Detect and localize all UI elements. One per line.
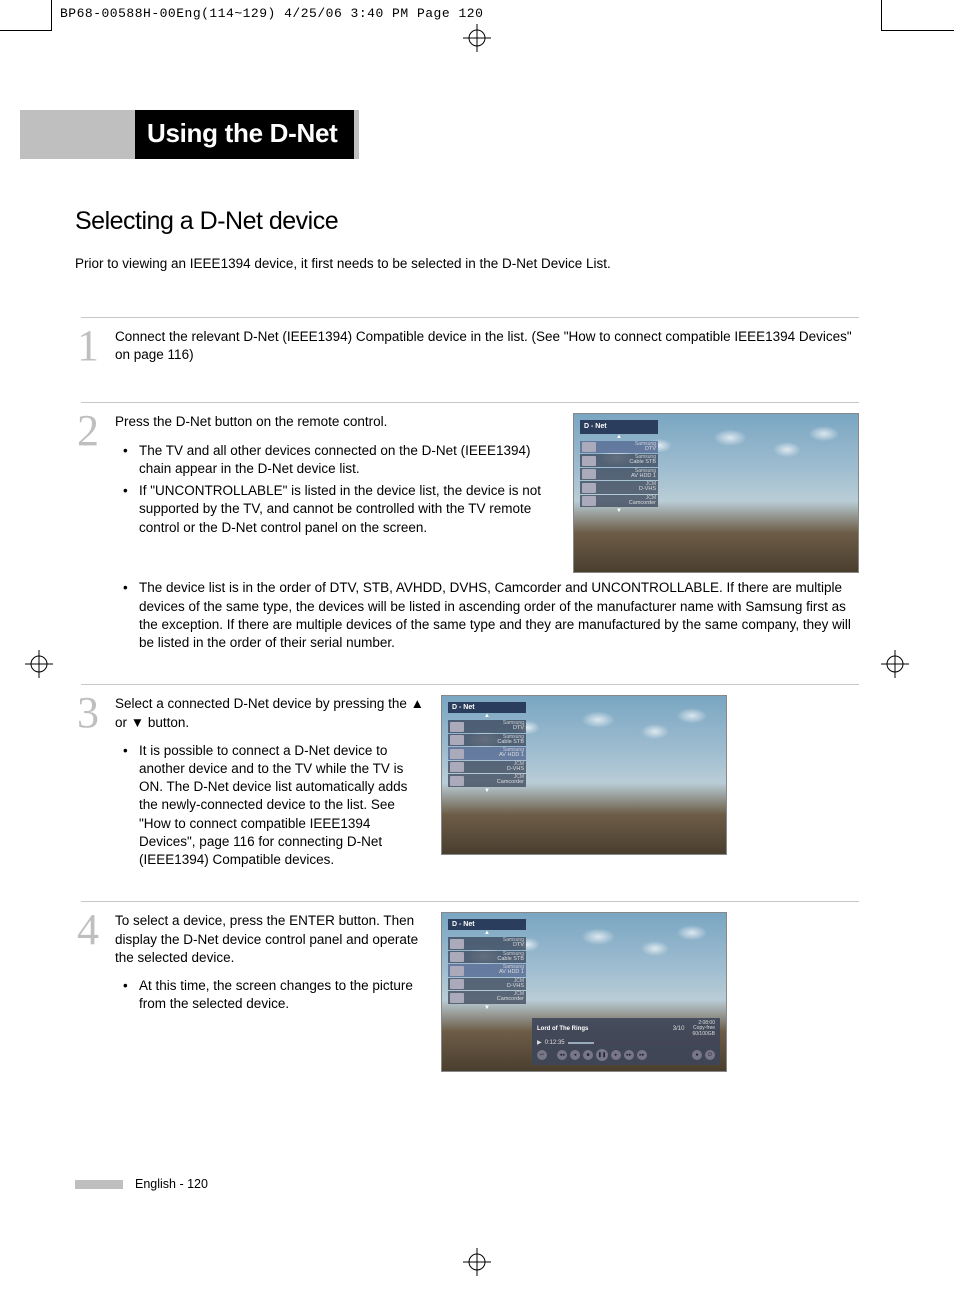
down-arrow-icon: ▼ — [448, 1005, 526, 1011]
dnet-item: SamsungAV HDD 1 — [580, 468, 658, 481]
registration-mark-icon — [463, 24, 491, 52]
step-1: 1 Connect the relevant D-Net (IEEE1394) … — [81, 317, 859, 374]
dnet-header: D - Net — [580, 420, 658, 433]
dnet-item: SamsungDTV — [448, 937, 526, 950]
registration-mark-icon — [881, 650, 909, 678]
tv-screenshot-3: D - Net ▲ SamsungDTV SamsungCable STB Sa… — [441, 912, 727, 1072]
step-3-text: Select a connected D-Net device by press… — [115, 695, 425, 731]
dnet-item: SamsungDTV — [448, 720, 526, 733]
page-title: Using the D-Net — [135, 110, 359, 159]
dnet-device-panel: D - Net ▲ SamsungDTV SamsungCable STB Sa… — [448, 919, 526, 1011]
progress-bar — [568, 1042, 715, 1044]
up-arrow-icon: ▲ — [448, 930, 526, 936]
step-2: 2 Press the D-Net button on the remote c… — [81, 402, 859, 656]
dnet-item: SamsungCable STB — [448, 951, 526, 964]
crop-mark — [881, 0, 882, 30]
step-3-bullet: It is possible to connect a D-Net device… — [129, 742, 425, 870]
step-number: 4 — [77, 912, 103, 947]
step-4-bullet: At this time, the screen changes to the … — [129, 977, 425, 1013]
page-title-bar: Using the D-Net — [20, 110, 859, 159]
section-title: Selecting a D-Net device — [75, 207, 859, 236]
tv-screenshot-2: D - Net ▲ SamsungDTV SamsungCable STB Sa… — [441, 695, 727, 855]
play-icon: ▸ — [611, 1050, 621, 1060]
down-arrow-icon: ▼ — [448, 788, 526, 794]
dnet-item: JCMCamcorder — [580, 495, 658, 508]
print-header: BP68-00588H-00Eng(114~129) 4/25/06 3:40 … — [60, 6, 483, 21]
step-3: 3 Select a connected D-Net device by pre… — [81, 684, 859, 873]
dnet-item: JCMD-VHS — [580, 481, 658, 494]
dnet-header: D - Net — [448, 702, 526, 713]
dnet-item: JCMCamcorder — [448, 774, 526, 787]
step-2-bullet: If "UNCONTROLLABLE" is listed in the dev… — [129, 482, 557, 537]
page-number: English - 120 — [135, 1177, 208, 1191]
skip-forward-icon: ▸▸ — [637, 1050, 647, 1060]
skip-back-icon: ◂◂ — [557, 1050, 567, 1060]
playback-storage: 60/100GB — [692, 1031, 715, 1037]
play-indicator-icon: ▶ — [537, 1039, 542, 1046]
dnet-device-panel: D - Net ▲ SamsungDTV SamsungCable STB Sa… — [448, 702, 526, 794]
stop-icon: ■ — [583, 1050, 593, 1060]
power-icon: ⏻ — [705, 1050, 715, 1060]
return-icon: ↩ — [537, 1050, 547, 1060]
dnet-item: JCMD-VHS — [448, 978, 526, 991]
dnet-header: D - Net — [448, 919, 526, 930]
forward-icon: ▸▸ — [624, 1050, 634, 1060]
dnet-item: SamsungCable STB — [580, 454, 658, 467]
up-arrow-icon: ▲ — [448, 713, 526, 719]
dnet-item: SamsungAV HDD 1 — [448, 747, 526, 760]
playback-control-panel: Lord of The Rings 3/10 2:08:00 Copy-free… — [532, 1018, 720, 1066]
step-number: 3 — [77, 695, 103, 730]
step-number: 1 — [77, 328, 103, 363]
intro-text: Prior to viewing an IEEE1394 device, it … — [75, 256, 859, 271]
step-2-bullet: The device list is in the order of DTV, … — [129, 579, 859, 652]
dnet-device-panel: D - Net ▲ SamsungDTV SamsungCable STB Sa… — [580, 420, 658, 514]
dnet-item: JCMD-VHS — [448, 761, 526, 774]
rewind-icon: ◂ — [570, 1050, 580, 1060]
tv-screenshot-1: D - Net ▲ SamsungDTV SamsungCable STB Sa… — [573, 413, 859, 573]
record-icon: ● — [692, 1050, 702, 1060]
dnet-item: SamsungDTV — [580, 441, 658, 454]
dnet-item: JCMCamcorder — [448, 991, 526, 1004]
crop-mark — [0, 30, 52, 31]
down-arrow-icon: ▼ — [580, 508, 658, 514]
up-arrow-icon: ▲ — [580, 434, 658, 440]
pause-icon: ❚❚ — [596, 1049, 608, 1061]
footer-accent — [75, 1180, 123, 1189]
playback-index: 3/10 — [673, 1026, 685, 1032]
step-4-text: To select a device, press the ENTER butt… — [115, 912, 425, 967]
registration-mark-icon — [463, 1248, 491, 1276]
dnet-item: SamsungCable STB — [448, 734, 526, 747]
step-4: 4 To select a device, press the ENTER bu… — [81, 901, 859, 1072]
playback-elapsed: 0:12:35 — [545, 1040, 565, 1046]
step-2-text: Press the D-Net button on the remote con… — [115, 413, 557, 431]
step-number: 2 — [77, 413, 103, 448]
playback-title: Lord of The Rings — [537, 1026, 588, 1032]
crop-mark — [881, 30, 954, 31]
crop-mark — [51, 0, 52, 30]
step-2-bullet: The TV and all other devices connected o… — [129, 442, 557, 478]
step-1-text: Connect the relevant D-Net (IEEE1394) Co… — [115, 328, 859, 364]
dnet-item: SamsungAV HDD 1 — [448, 964, 526, 977]
registration-mark-icon — [25, 650, 53, 678]
title-accent — [20, 110, 135, 159]
page-footer: English - 120 — [75, 1177, 208, 1191]
